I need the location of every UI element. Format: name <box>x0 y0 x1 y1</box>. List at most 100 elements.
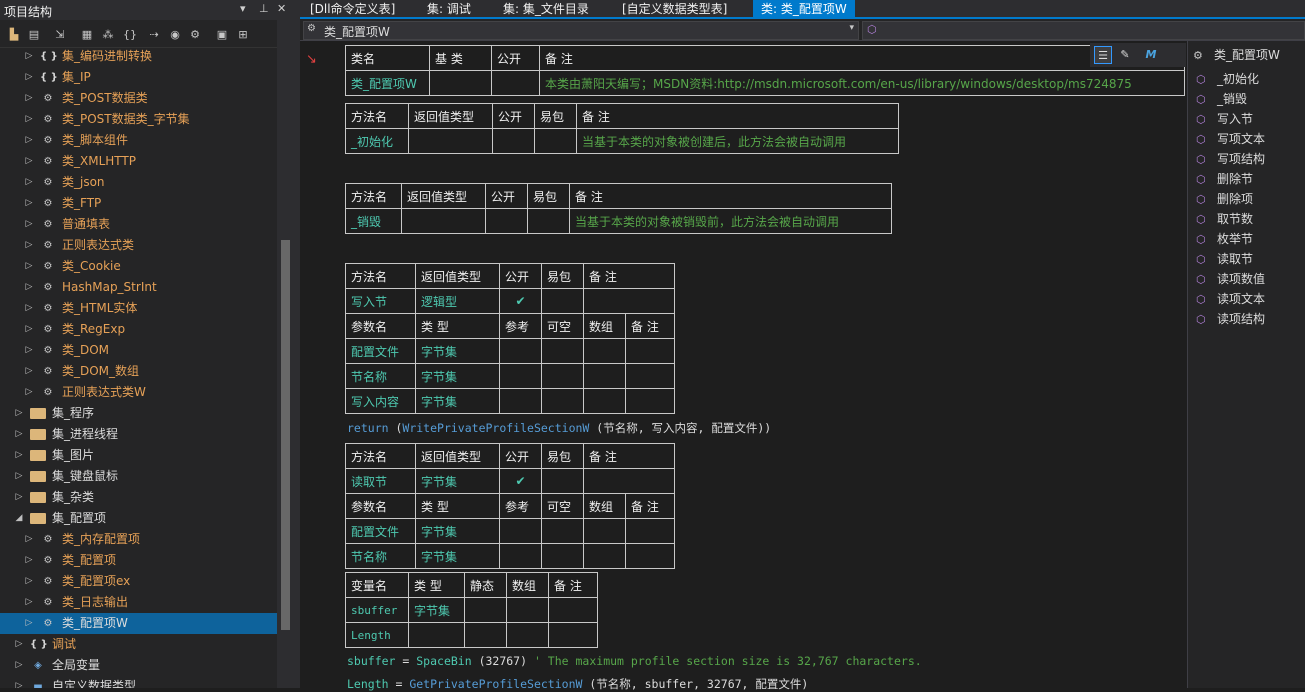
new-var-icon[interactable]: ▦ <box>79 28 95 42</box>
expand-arrow-icon[interactable]: ▷ <box>24 235 34 256</box>
tree-item[interactable]: ▷ ⚙ 类_内存配置项 <box>0 529 277 550</box>
var-array-cell[interactable] <box>506 597 549 623</box>
tree-item[interactable]: ▷ ⚙ 类_配置项ex <box>0 571 277 592</box>
method-name-cell[interactable]: 写入节 <box>345 288 416 314</box>
member-item[interactable]: ⬡ 删除节 <box>1196 169 1253 189</box>
new-window-icon[interactable]: ⊞ <box>235 28 251 42</box>
image-icon[interactable]: ▣ <box>214 28 230 42</box>
method-public-cell[interactable] <box>492 128 535 154</box>
tree-item[interactable]: ▷ 集_程序 <box>0 403 277 424</box>
param-ref-cell[interactable] <box>499 518 542 544</box>
param-type-cell[interactable]: 字节集 <box>415 338 500 364</box>
param-name-cell[interactable]: 写入内容 <box>345 388 416 414</box>
new-method-icon[interactable]: ⇲ <box>52 28 68 42</box>
expand-arrow-icon[interactable]: ▷ <box>24 550 34 571</box>
method-return-cell[interactable]: 逻辑型 <box>415 288 500 314</box>
expand-arrow-icon[interactable]: ▷ <box>14 466 24 487</box>
close-icon[interactable]: ✕ <box>277 2 286 15</box>
param-name-cell[interactable]: 节名称 <box>345 363 416 389</box>
member-item[interactable]: ⬡ 读取节 <box>1196 249 1253 269</box>
var-static-cell[interactable] <box>464 597 507 623</box>
member-item[interactable]: ⬡ 读项结构 <box>1196 309 1265 329</box>
link-icon[interactable]: ⇢ <box>146 28 162 42</box>
param-ref-cell[interactable] <box>499 363 542 389</box>
expand-arrow-icon[interactable]: ▷ <box>24 571 34 592</box>
expand-arrow-icon[interactable]: ▷ <box>24 151 34 172</box>
tree-item[interactable]: ▷ 集_进程线程 <box>0 424 277 445</box>
tree-item[interactable]: ◢ 集_配置项 <box>0 508 277 529</box>
expand-arrow-icon[interactable]: ▷ <box>14 424 24 445</box>
tree-item[interactable]: ▷ ▬ 自定义数据类型 <box>0 676 277 688</box>
expand-arrow-icon[interactable]: ▷ <box>24 67 34 88</box>
collapse-arrow-icon[interactable]: ◢ <box>14 508 24 529</box>
expand-arrow-icon[interactable]: ▷ <box>24 256 34 277</box>
expand-arrow-icon[interactable]: ▷ <box>14 634 24 655</box>
param-note-cell[interactable] <box>625 388 675 414</box>
brace-tool-icon[interactable]: {} <box>122 28 138 42</box>
expand-arrow-icon[interactable]: ▷ <box>24 592 34 613</box>
tree-item[interactable]: ▷ ⚙ 类_DOM_数组 <box>0 361 277 382</box>
expand-arrow-icon[interactable]: ▷ <box>24 298 34 319</box>
param-ref-cell[interactable] <box>499 388 542 414</box>
new-class-icon[interactable]: ▤ <box>26 28 42 42</box>
member-selector[interactable]: ⬡ <box>862 21 1305 40</box>
tree-item[interactable]: ▷ ⚙ 类_脚本组件 <box>0 130 277 151</box>
param-name-cell[interactable]: 节名称 <box>345 543 416 569</box>
method-return-cell[interactable] <box>408 128 493 154</box>
settings-icon[interactable]: ⚙ <box>187 28 203 42</box>
param-array-cell[interactable] <box>583 338 626 364</box>
edit-view-icon[interactable]: ✎ <box>1116 46 1134 64</box>
expand-arrow-icon[interactable]: ▷ <box>24 109 34 130</box>
expand-arrow-icon[interactable]: ▷ <box>24 193 34 214</box>
tree-item[interactable]: ▷ ⚙ 类_配置项W <box>0 613 277 634</box>
tree-item[interactable]: ▷ { } 集_编码进制转换 <box>0 46 277 67</box>
method-name-cell[interactable]: _销毁 <box>345 208 402 234</box>
method-note-cell[interactable]: 当基于本类的对象被销毁前，此方法会被自动调用 <box>569 208 892 234</box>
tree-item[interactable]: ▷ ⚙ 类_FTP <box>0 193 277 214</box>
expand-arrow-icon[interactable]: ▷ <box>24 613 34 634</box>
public-check-icon[interactable]: ✔ <box>499 468 542 494</box>
member-item[interactable]: ⬡ 写入节 <box>1196 109 1253 129</box>
param-array-cell[interactable] <box>583 518 626 544</box>
method-public-cell[interactable] <box>485 208 528 234</box>
tree-item[interactable]: ▷ 集_键盘鼠标 <box>0 466 277 487</box>
method-note-cell[interactable]: 当基于本类的对象被创建后，此方法会被自动调用 <box>576 128 899 154</box>
tree-item[interactable]: ▷ 集_图片 <box>0 445 277 466</box>
expand-arrow-icon[interactable]: ▷ <box>14 487 24 508</box>
tree-item[interactable]: ▷ ⚙ 类_HTML实体 <box>0 298 277 319</box>
var-array-cell[interactable] <box>506 622 549 648</box>
markdown-view-icon[interactable]: M <box>1142 46 1160 64</box>
class-note-cell[interactable]: 本类由萧阳天编写；MSDN资料:http://msdn.microsoft.co… <box>539 70 1185 96</box>
expand-arrow-icon[interactable]: ▷ <box>24 529 34 550</box>
tree-item[interactable]: ▷ ⚙ 普通填表 <box>0 214 277 235</box>
pin-icon[interactable]: ⊥ <box>259 2 269 15</box>
param-nullable-cell[interactable] <box>541 363 584 389</box>
expand-arrow-icon[interactable]: ▷ <box>24 340 34 361</box>
method-epackage-cell[interactable] <box>541 468 584 494</box>
tree-item[interactable]: ▷ ⚙ HashMap_StrInt <box>0 277 277 298</box>
expand-arrow-icon[interactable]: ▷ <box>24 88 34 109</box>
method-note-cell[interactable] <box>583 468 675 494</box>
scrollbar-thumb[interactable] <box>281 240 290 630</box>
tree-item[interactable]: ▷ ⚙ 正则表达式类W <box>0 382 277 403</box>
param-note-cell[interactable] <box>625 543 675 569</box>
tree-item[interactable]: ▷ ⚙ 类_POST数据类 <box>0 88 277 109</box>
member-item[interactable]: ⬡ _初始化 <box>1196 69 1259 89</box>
class-selector[interactable]: ⚙ 类_配置项W ▾ <box>303 21 859 40</box>
expand-arrow-icon[interactable]: ▷ <box>14 403 24 424</box>
param-note-cell[interactable] <box>625 338 675 364</box>
expand-arrow-icon[interactable]: ▷ <box>24 361 34 382</box>
param-type-cell[interactable]: 字节集 <box>415 518 500 544</box>
method-return-cell[interactable] <box>401 208 486 234</box>
tree-item[interactable]: ▷ ⚙ 类_DOM <box>0 340 277 361</box>
method-epackage-cell[interactable] <box>534 128 577 154</box>
tree-item[interactable]: ▷ 集_杂类 <box>0 487 277 508</box>
expand-arrow-icon[interactable]: ▷ <box>24 172 34 193</box>
dropdown-icon[interactable]: ▾ <box>240 2 246 15</box>
var-note-cell[interactable] <box>548 597 598 623</box>
class-public-cell[interactable] <box>491 70 540 96</box>
tree-item[interactable]: ▷ ⚙ 类_日志输出 <box>0 592 277 613</box>
member-item[interactable]: ⬡ 写项结构 <box>1196 149 1265 169</box>
param-type-cell[interactable]: 字节集 <box>415 543 500 569</box>
method-name-cell[interactable]: _初始化 <box>345 128 409 154</box>
